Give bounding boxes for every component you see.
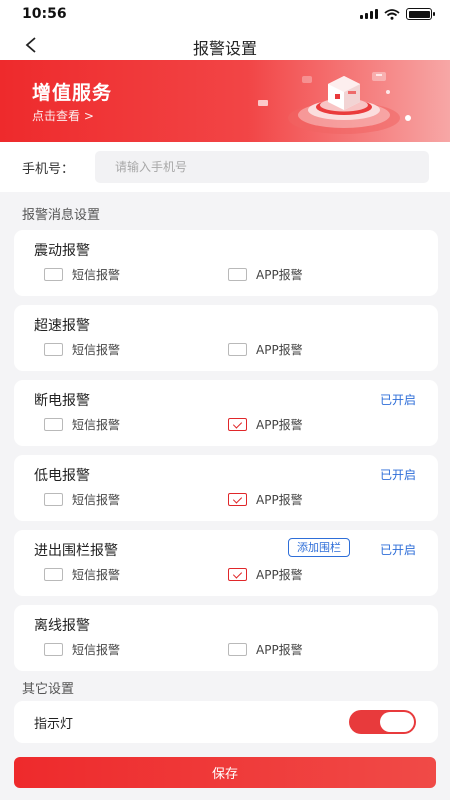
alarm-card-overspeed: 超速报警 短信报警 APP报警 [14,305,438,371]
app-alarm-checkbox[interactable]: APP报警 [228,416,303,433]
checked-checkbox-icon [228,418,247,431]
status-time: 10:56 [22,6,67,22]
status-bar: 10:56 [0,0,450,30]
sms-alarm-checkbox[interactable]: 短信报警 [44,491,120,508]
alarm-title: 离线报警 [34,618,90,634]
wifi-icon [384,8,400,20]
alarm-card-power-off: 断电报警 已开启 短信报警 APP报警 [14,380,438,446]
battery-icon [406,8,435,20]
alarm-title: 超速报警 [34,318,90,334]
save-button[interactable]: 保存 [14,757,436,788]
alarm-card-vibration: 震动报警 短信报警 APP报警 [14,230,438,296]
phone-label: 手机号： [22,162,75,177]
alarm-section-title: 报警消息设置 [22,208,101,223]
sms-alarm-checkbox[interactable]: 短信报警 [44,641,120,658]
sms-alarm-checkbox[interactable]: 短信报警 [44,416,120,433]
checkbox-icon [44,568,63,581]
sms-alarm-label: 短信报警 [72,418,121,432]
app-alarm-label: APP报警 [256,568,303,582]
checkbox-icon [44,418,63,431]
app-alarm-label: APP报警 [256,643,303,657]
checkbox-icon [44,268,63,281]
checkbox-icon [44,343,63,356]
add-fence-button[interactable]: 添加围栏 [288,538,350,557]
app-alarm-checkbox[interactable]: APP报警 [228,491,303,508]
checkbox-icon [228,643,247,656]
phone-input[interactable] [95,151,429,183]
sms-alarm-label: 短信报警 [72,568,121,582]
checked-checkbox-icon [228,568,247,581]
alarm-card-offline: 离线报警 短信报警 APP报警 [14,605,438,671]
app-alarm-checkbox[interactable]: APP报警 [228,566,303,583]
alarm-title: 低电报警 [34,468,90,484]
sms-alarm-label: 短信报警 [72,343,121,357]
app-alarm-label: APP报警 [256,418,303,432]
alarm-title: 进出围栏报警 [34,543,118,559]
page-title: 报警设置 [192,39,257,58]
alarm-card-geofence: 进出围栏报警 添加围栏 已开启 短信报警 APP报警 [14,530,438,596]
app-alarm-label: APP报警 [256,493,303,507]
sms-alarm-checkbox[interactable]: 短信报警 [44,341,120,358]
app-alarm-checkbox[interactable]: APP报警 [228,641,303,658]
checkbox-icon [44,643,63,656]
signal-icon [360,9,378,19]
nav-bar: 报警设置 [0,30,450,60]
sms-alarm-label: 短信报警 [72,493,121,507]
app-alarm-label: APP报警 [256,268,303,282]
alarm-title: 断电报警 [34,393,90,409]
status-icons [360,8,435,20]
sms-alarm-label: 短信报警 [72,268,121,282]
indicator-card: 指示灯 [14,701,438,743]
enabled-status: 已开启 [379,393,416,407]
alarm-card-low-battery: 低电报警 已开启 短信报警 APP报警 [14,455,438,521]
indicator-toggle[interactable] [349,710,416,734]
alarm-title: 震动报警 [34,243,90,259]
other-section-title: 其它设置 [22,682,75,697]
sms-alarm-label: 短信报警 [72,643,121,657]
enabled-status: 已开启 [379,468,416,482]
phone-row: 手机号： [0,142,450,192]
value-added-banner[interactable]: 增值服务 点击查看 > [0,60,450,142]
enabled-status: 已开启 [379,543,416,557]
banner-title: 增值服务 [32,82,113,104]
sms-alarm-checkbox[interactable]: 短信报警 [44,266,120,283]
app-alarm-label: APP报警 [256,343,303,357]
checked-checkbox-icon [228,493,247,506]
device-illustration-icon [258,72,411,134]
checkbox-icon [44,493,63,506]
app-alarm-checkbox[interactable]: APP报警 [228,341,303,358]
sms-alarm-checkbox[interactable]: 短信报警 [44,566,120,583]
checkbox-icon [228,343,247,356]
checkbox-icon [228,268,247,281]
indicator-label: 指示灯 [34,717,74,732]
app-alarm-checkbox[interactable]: APP报警 [228,266,303,283]
banner-link[interactable]: 点击查看 > [32,107,94,124]
